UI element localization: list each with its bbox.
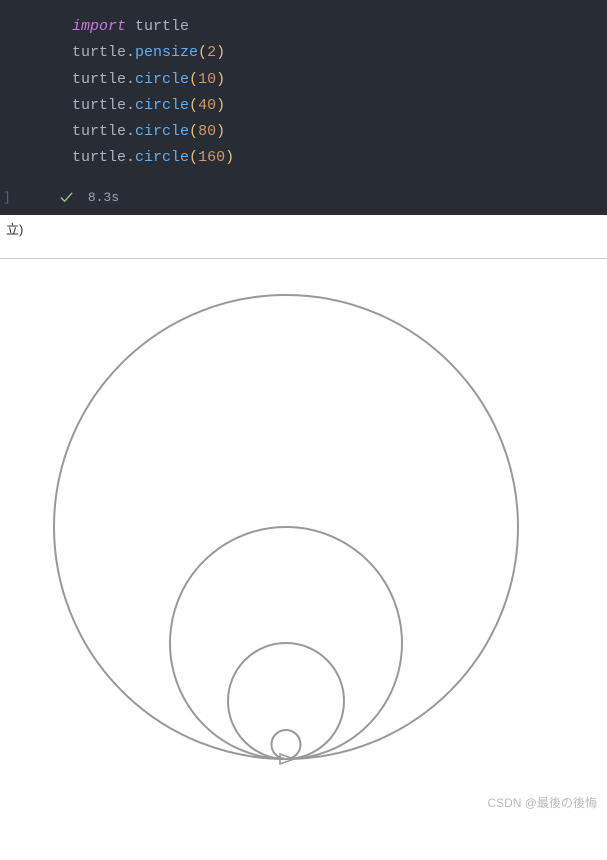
token-method: circle: [135, 149, 189, 166]
token-number: 2: [207, 44, 216, 61]
code-line-1[interactable]: turtle.pensize(2): [0, 40, 607, 66]
circle-r40: [228, 643, 344, 759]
code-line-4[interactable]: turtle.circle(80): [0, 119, 607, 145]
turtle-output-svg: [0, 259, 607, 819]
token-module: turtle: [135, 18, 189, 35]
token-method: circle: [135, 71, 189, 88]
token-module: turtle: [72, 71, 126, 88]
token-paren: ): [216, 97, 225, 114]
code-line-5[interactable]: turtle.circle(160): [0, 145, 607, 171]
token-dot: .: [126, 123, 135, 140]
token-keyword-import: import: [72, 18, 126, 35]
token-dot: .: [126, 44, 135, 61]
execution-status-bar: ] 8.3s: [0, 184, 607, 215]
code-editor[interactable]: import turtleturtle.pensize(2)turtle.cir…: [0, 0, 607, 184]
token-paren: ): [216, 123, 225, 140]
token-number: 10: [198, 71, 216, 88]
token-paren: (: [189, 71, 198, 88]
token-module: turtle: [72, 44, 126, 61]
turtle-canvas: CSDN @最後の後悔: [0, 259, 607, 819]
token-number: 80: [198, 123, 216, 140]
watermark-text: CSDN @最後の後悔: [487, 794, 597, 811]
token-paren: (: [189, 97, 198, 114]
token-dot: .: [126, 71, 135, 88]
token-dot: .: [126, 149, 135, 166]
token-module: turtle: [72, 149, 126, 166]
token-method: circle: [135, 97, 189, 114]
token-paren: ): [225, 149, 234, 166]
token-paren: ): [216, 71, 225, 88]
token-module: [126, 18, 135, 35]
token-paren: (: [189, 123, 198, 140]
code-line-2[interactable]: turtle.circle(10): [0, 67, 607, 93]
code-line-3[interactable]: turtle.circle(40): [0, 93, 607, 119]
cell-bracket: ]: [0, 190, 11, 205]
token-method: circle: [135, 123, 189, 140]
token-number: 40: [198, 97, 216, 114]
token-paren: ): [216, 44, 225, 61]
code-line-0[interactable]: import turtle: [0, 14, 607, 40]
token-number: 160: [198, 149, 225, 166]
execution-time: 8.3s: [88, 190, 119, 205]
status-checkmark-icon: [59, 190, 74, 205]
token-module: turtle: [72, 123, 126, 140]
output-header: 立): [0, 215, 607, 242]
circle-r10: [272, 730, 301, 759]
token-dot: .: [126, 97, 135, 114]
token-module: turtle: [72, 97, 126, 114]
token-paren: (: [189, 149, 198, 166]
token-method: pensize: [135, 44, 198, 61]
token-paren: (: [198, 44, 207, 61]
